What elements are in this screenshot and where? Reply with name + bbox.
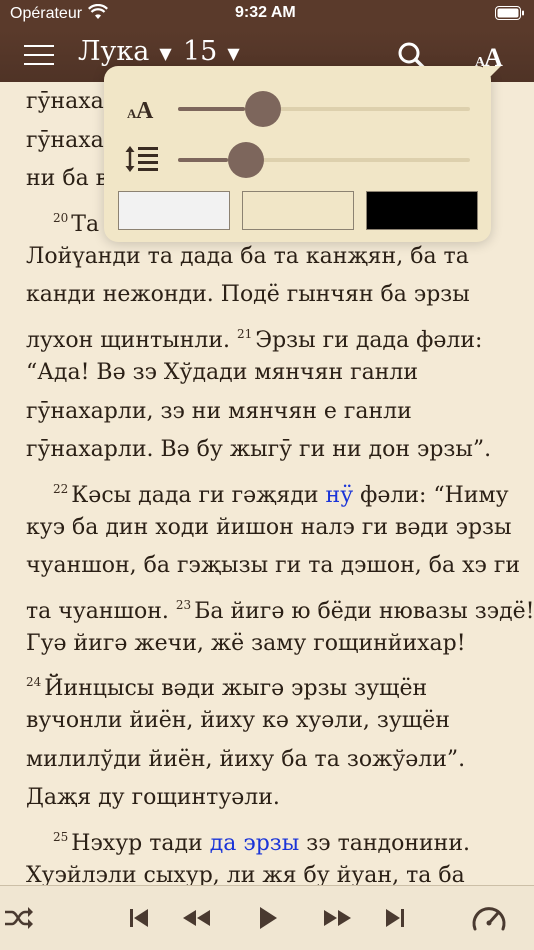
- carrier-label: Opérateur: [10, 5, 83, 22]
- theme-sepia-button[interactable]: [242, 191, 354, 230]
- status-bar: Opérateur 9:32 AM: [0, 0, 534, 30]
- verse-text: канди нежонди. Подё гынчян ба эрзы: [26, 282, 470, 308]
- clock: 9:32 AM: [235, 4, 296, 21]
- popover-arrow: [483, 66, 501, 84]
- battery-icon: [495, 6, 525, 26]
- chapter-number: 15: [183, 36, 218, 67]
- text-settings-popover: A A: [104, 66, 501, 242]
- text-line: 24 Йинцысы вəди жыгə эрзы зущён: [26, 663, 508, 702]
- speed-gauge-icon[interactable]: [470, 900, 508, 936]
- text-line: вучонли йиён, йиху кə хуəли, зущён: [26, 702, 508, 741]
- verse-text: Гуə йигə жечи, жё заму гощинйихар!: [26, 630, 466, 656]
- verse-text: Эрзы ги дада фəли:: [255, 328, 483, 354]
- text-line: Лойүанди та дада ба та канҗян, ба та: [26, 238, 508, 277]
- book-selector[interactable]: Лука ▼: [78, 36, 172, 67]
- text-line: гӯнахарли, зэ ни мянчян е ганли: [26, 393, 508, 432]
- text-line: 25 Нэхур тади да эрзы зэ тандонини.: [26, 818, 508, 857]
- wifi-icon: [88, 3, 108, 25]
- verse-text: Хуэйлэли сыхур, ли жя бу йуан, та ба: [26, 862, 465, 885]
- verse-text: милилўди йиён, йиху ба та зожўəли”.: [26, 746, 466, 772]
- shuffle-icon[interactable]: [4, 900, 34, 936]
- verse-text: вучонли йиён, йиху кə хуəли, зущён: [26, 708, 450, 733]
- slider-thumb[interactable]: [245, 91, 282, 127]
- slider-thumb[interactable]: [227, 142, 264, 178]
- verse-text: та чуаншон.: [26, 598, 176, 624]
- text-line: куэ ба дин ходи йишон налэ ги вəди эрзы: [26, 509, 512, 548]
- text-line: та чуаншон. 23 Ба йигə ю бёди нювазы зэдё…: [26, 586, 534, 625]
- line-spacing-slider[interactable]: [178, 142, 470, 178]
- verse-text: зэ тандонини.: [299, 831, 470, 857]
- verse-text: куэ ба дин ходи йишон налэ ги вəди эрзы: [26, 514, 512, 540]
- verse-text: Даҗя ду гощинтуəли.: [26, 785, 280, 811]
- text-line: гӯнахарли. Вə бу жыгӯ ги ни дон эрзы”.: [26, 431, 508, 470]
- line-spacing-icon: [124, 144, 160, 174]
- footnote-link[interactable]: нӱ: [326, 483, 354, 508]
- verse-number: 21: [236, 327, 253, 342]
- text-line: 22 Кəсы дада ги гəҗяди нӱ фəли: “Ниму: [26, 470, 509, 509]
- svg-text:A: A: [136, 98, 154, 124]
- theme-light-button[interactable]: [118, 191, 230, 230]
- verse-text: лухон щинтынли.: [26, 328, 237, 354]
- chevron-down-icon: ▼: [159, 44, 172, 63]
- verse-text: “Ада! Вə зэ Хўдади мянчян ганли: [26, 359, 419, 385]
- verse-text: Нэхур тади: [71, 831, 210, 857]
- rewind-icon[interactable]: [178, 900, 214, 936]
- menu-icon[interactable]: [24, 42, 56, 68]
- text-line: милилўди йиён, йиху ба та зожўəли”.: [26, 741, 508, 780]
- theme-dark-button[interactable]: [366, 191, 478, 230]
- verse-text: Лойүанди та дада ба та канҗян, ба та: [26, 243, 469, 269]
- skip-forward-icon[interactable]: [382, 900, 408, 936]
- text-line: канди нежонди. Подё гынчян ба эрзы: [26, 276, 508, 315]
- text-line: “Ада! Вə зэ Хўдади мянчян ганли: [26, 354, 508, 393]
- audio-toolbar: [0, 885, 534, 950]
- skip-back-icon[interactable]: [126, 900, 152, 936]
- text-line: Хуэйлэли сыхур, ли жя бу йуан, та ба: [26, 857, 508, 885]
- verse-text: Кəсы дада ги гəҗяди: [71, 482, 326, 508]
- verse-text: чуаншон, ба гэҗызы ги та дэшон, ба хэ ги: [26, 553, 521, 579]
- book-name: Лука: [78, 36, 150, 67]
- verse-text: фəли: “Ниму: [353, 482, 509, 508]
- font-size-slider[interactable]: [178, 91, 470, 127]
- fast-forward-icon[interactable]: [320, 900, 356, 936]
- text-line: Даҗя ду гощинтуəли.: [26, 779, 508, 818]
- chevron-down-icon: ▼: [227, 44, 240, 63]
- verse-number: 24: [26, 675, 42, 690]
- verse-text: Йинцысы вəди жыгə эрзы зущён: [44, 676, 428, 702]
- text-line: чуаншон, ба гэҗызы ги та дэшон, ба хэ ги: [26, 547, 520, 586]
- verse-text: Та: [71, 212, 100, 238]
- footnote-link[interactable]: да эрзы: [210, 831, 300, 856]
- verse-number: 20: [53, 211, 69, 226]
- play-icon[interactable]: [254, 900, 282, 936]
- verse-text: Ба йигə ю бёди нювазы зэдё!: [194, 598, 534, 624]
- text-line: Гуə йигə жечи, жё заму гощинйихар!: [26, 625, 508, 664]
- font-size-icon: A A: [126, 94, 160, 129]
- verse-number: 22: [53, 481, 69, 496]
- verse-number: 25: [53, 830, 69, 845]
- verse-number: 23: [175, 597, 192, 612]
- chapter-selector[interactable]: 15 ▼: [183, 36, 240, 67]
- text-line: лухон щинтынли. 21 Эрзы ги дада фəли:: [26, 315, 508, 354]
- verse-text: гӯнахарли, зэ ни мянчян е ганли: [26, 398, 412, 424]
- verse-text: гӯнахарли. Вə бу жыгӯ ги ни дон эрзы”.: [26, 437, 492, 463]
